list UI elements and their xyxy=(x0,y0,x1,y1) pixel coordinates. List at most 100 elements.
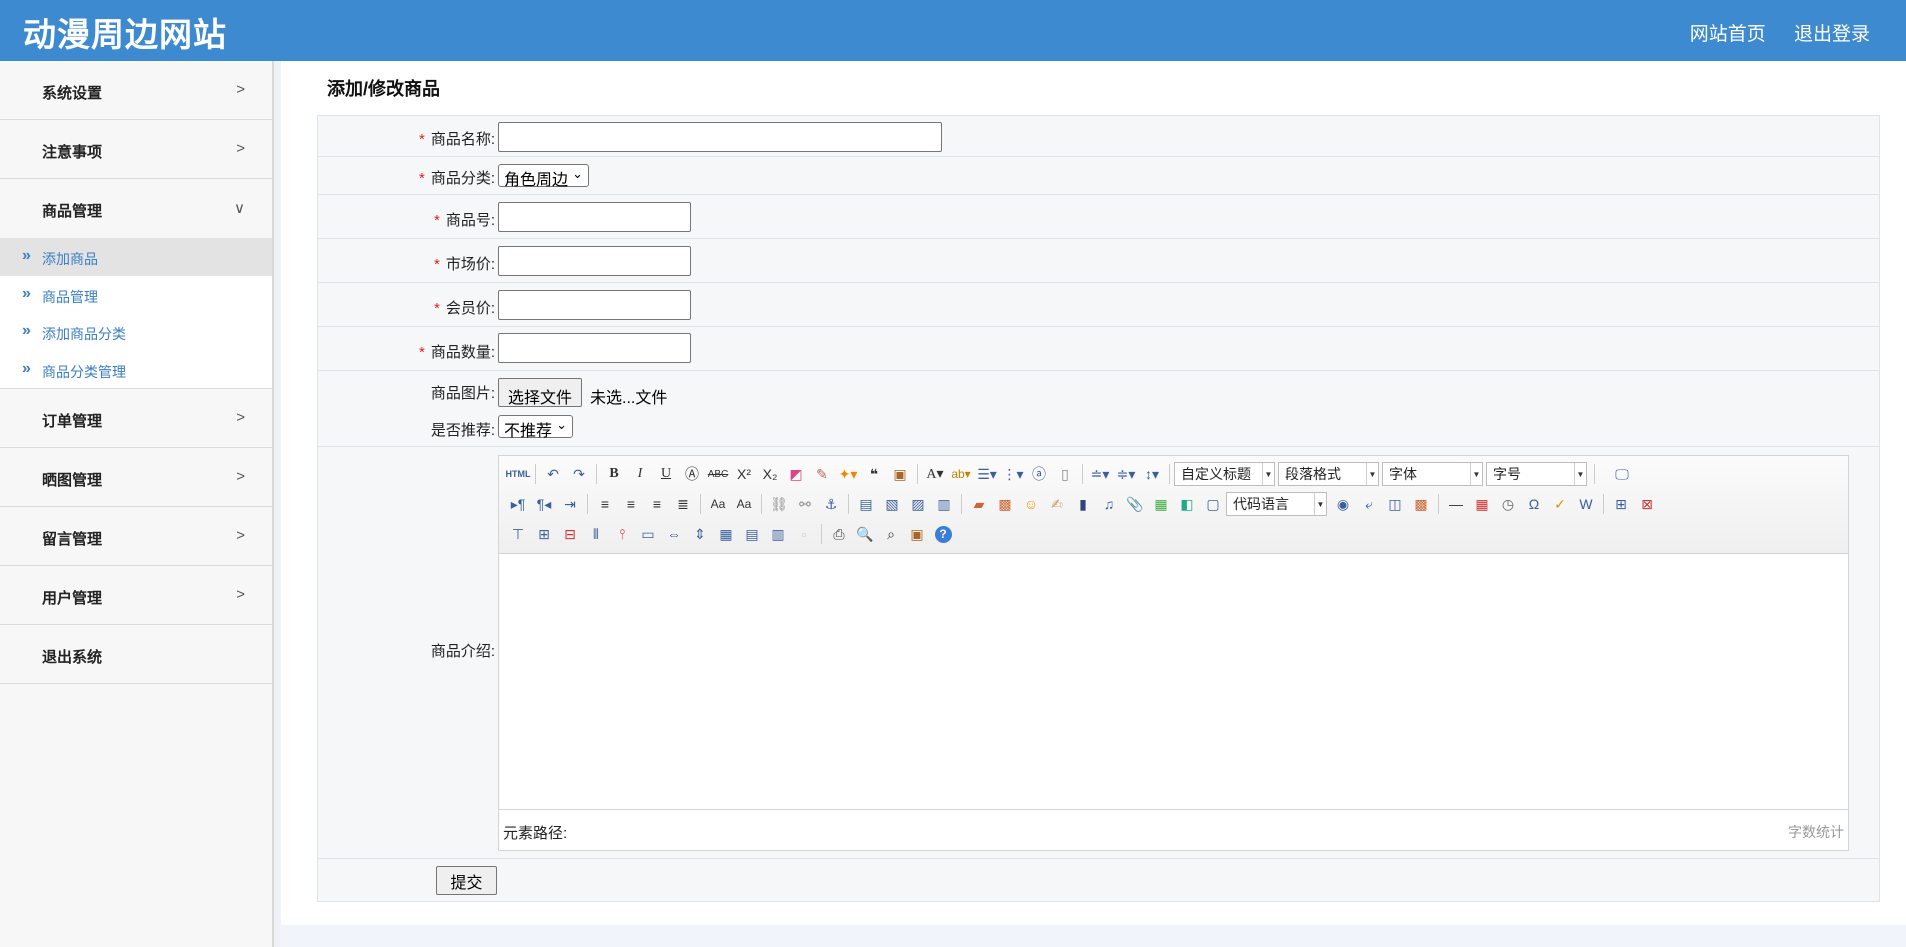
submenu-item-product-management[interactable]: » 商品管理 xyxy=(0,276,272,314)
sidebar-item-system-settings[interactable]: 系统设置 > xyxy=(0,61,272,120)
time-icon[interactable]: ◷ xyxy=(1495,493,1521,515)
gmap-icon[interactable]: ◧ xyxy=(1174,493,1200,515)
product-name-input[interactable] xyxy=(498,122,942,152)
sidebar-item-messages[interactable]: 留言管理 > xyxy=(0,507,272,566)
music-icon[interactable]: ♫ xyxy=(1096,493,1122,515)
scrawl-icon[interactable]: ✍ xyxy=(1044,493,1070,515)
submenu-item-add-category[interactable]: » 添加商品分类 xyxy=(0,313,272,351)
template-icon[interactable]: ◫ xyxy=(1382,493,1408,515)
draft-icon[interactable]: ▣ xyxy=(904,523,930,545)
page-break-icon[interactable]: ⤶ xyxy=(1356,493,1382,515)
insert-frame-icon[interactable]: ▢ xyxy=(1200,493,1226,515)
image-center-icon[interactable]: ▥ xyxy=(931,493,957,515)
spell-check-icon[interactable]: ✓ xyxy=(1547,493,1573,515)
sidebar-item-notes[interactable]: 注意事项 > xyxy=(0,120,272,179)
image-left-icon[interactable]: ▧ xyxy=(879,493,905,515)
indent-icon[interactable]: ⇥ xyxy=(557,493,583,515)
simple-upload-icon[interactable]: ▰ xyxy=(966,493,992,515)
subscript-icon[interactable]: X₂ xyxy=(757,463,783,485)
delete-table-icon[interactable]: ⊠ xyxy=(1634,493,1660,515)
underline-icon[interactable]: U xyxy=(653,463,679,485)
size-combo[interactable]: 字号 ▼ xyxy=(1486,462,1587,486)
upper-case-icon[interactable]: Aa xyxy=(705,493,731,515)
submenu-item-add-product[interactable]: » 添加商品 xyxy=(0,238,272,276)
auto-format-icon[interactable]: ✦▾ xyxy=(835,463,861,485)
split-rows-icon[interactable]: ▤ xyxy=(739,523,765,545)
paste-text-icon[interactable]: ▣ xyxy=(887,463,913,485)
font-combo[interactable]: 字体 ▼ xyxy=(1382,462,1483,486)
unordered-list-icon[interactable]: ⋮▾ xyxy=(1000,463,1026,485)
font-color-icon[interactable]: A▾ xyxy=(922,463,948,485)
market-price-input[interactable] xyxy=(498,246,691,276)
merge-right-icon[interactable]: ⇔ xyxy=(661,523,687,545)
delete-col-icon[interactable]: ⫯ xyxy=(609,523,635,545)
sidebar-item-users[interactable]: 用户管理 > xyxy=(0,566,272,625)
superscript-icon[interactable]: X² xyxy=(731,463,757,485)
delete-row-icon[interactable]: ⊟ xyxy=(557,523,583,545)
merge-cells-icon[interactable]: ▭ xyxy=(635,523,661,545)
justify-icon[interactable]: ≣ xyxy=(670,493,696,515)
insert-image-icon[interactable]: ▩ xyxy=(992,493,1018,515)
row-spacing-top-icon[interactable]: ≐▾ xyxy=(1087,463,1113,485)
align-left-icon[interactable]: ≡ xyxy=(592,493,618,515)
home-link[interactable]: 网站首页 xyxy=(1690,24,1766,45)
category-select[interactable]: 角色周边 ⌄ xyxy=(498,164,590,189)
search-replace-icon[interactable]: ⌕ xyxy=(878,523,904,545)
italic-icon[interactable]: I xyxy=(627,463,653,485)
insert-row-icon[interactable]: ⊞ xyxy=(531,523,557,545)
submenu-item-category-management[interactable]: » 商品分类管理 xyxy=(0,351,272,389)
unlink-icon[interactable]: ⚯ xyxy=(792,493,818,515)
insert-video-icon[interactable]: ▮ xyxy=(1070,493,1096,515)
redo-icon[interactable]: ↷ xyxy=(566,463,592,485)
lower-case-icon[interactable]: Aa xyxy=(731,493,757,515)
insert-paragraph-before-table-icon[interactable]: ⊤ xyxy=(505,523,531,545)
split-cols-icon[interactable]: ▥ xyxy=(765,523,791,545)
blockquote-icon[interactable]: ❝ xyxy=(861,463,887,485)
horizontal-line-icon[interactable]: — xyxy=(1443,493,1469,515)
charts-icon[interactable]: ▫ xyxy=(791,523,817,545)
image-none-icon[interactable]: ▤ xyxy=(853,493,879,515)
recommend-select[interactable]: 不推荐 ⌄ xyxy=(498,415,574,440)
insert-table-icon[interactable]: ⊞ xyxy=(1608,493,1634,515)
insert-col-icon[interactable]: ⫴ xyxy=(583,523,609,545)
select-all-icon[interactable]: ⓐ xyxy=(1026,463,1052,485)
sidebar-item-orders[interactable]: 订单管理 > xyxy=(0,389,272,448)
undo-icon[interactable]: ↶ xyxy=(540,463,566,485)
sidebar-item-product-management[interactable]: 商品管理 ∨ xyxy=(0,179,272,238)
paragraph-combo[interactable]: 段落格式 ▼ xyxy=(1278,462,1379,486)
image-right-icon[interactable]: ▨ xyxy=(905,493,931,515)
sidebar-item-photos[interactable]: 晒图管理 > xyxy=(0,448,272,507)
logout-link[interactable]: 退出登录 xyxy=(1794,24,1870,45)
font-border-icon[interactable]: Ⓐ xyxy=(679,463,705,485)
web-app-icon[interactable]: ◉ xyxy=(1330,493,1356,515)
highlight-icon[interactable]: ab▾ xyxy=(948,463,974,485)
format-brush-icon[interactable]: ✎ xyxy=(809,463,835,485)
map-icon[interactable]: ▦ xyxy=(1148,493,1174,515)
align-right-icon[interactable]: ≡ xyxy=(644,493,670,515)
quantity-input[interactable] xyxy=(498,333,691,363)
member-price-input[interactable] xyxy=(498,290,691,320)
bold-icon[interactable]: B xyxy=(601,463,627,485)
product-number-input[interactable] xyxy=(498,202,691,232)
html-source-icon[interactable]: HTML xyxy=(505,463,531,485)
print-icon[interactable]: ⎙ xyxy=(826,523,852,545)
date-icon[interactable]: ▦ xyxy=(1469,493,1495,515)
fullscreen-icon[interactable]: 🖵 xyxy=(1609,463,1635,485)
align-center-icon[interactable]: ≡ xyxy=(618,493,644,515)
line-height-icon[interactable]: ↕▾ xyxy=(1139,463,1165,485)
link-icon[interactable]: ⛓ xyxy=(766,493,792,515)
word-image-icon[interactable]: W xyxy=(1573,493,1599,515)
ltr-icon[interactable]: ▸¶ xyxy=(505,493,531,515)
row-spacing-bottom-icon[interactable]: ≑▾ xyxy=(1113,463,1139,485)
editor-content-area[interactable] xyxy=(499,555,1848,806)
emotion-icon[interactable]: ☺ xyxy=(1018,493,1044,515)
preview-icon[interactable]: 🔍 xyxy=(852,523,878,545)
ordered-list-icon[interactable]: ☰▾ xyxy=(974,463,1000,485)
eraser-icon[interactable]: ◩ xyxy=(783,463,809,485)
anchor-icon[interactable]: ⚓ xyxy=(818,493,844,515)
help-icon[interactable]: ? xyxy=(930,523,956,545)
submit-button[interactable]: 提交 xyxy=(436,866,497,895)
attachment-icon[interactable]: 📎 xyxy=(1122,493,1148,515)
sidebar-item-exit[interactable]: 退出系统 xyxy=(0,625,272,684)
merge-down-icon[interactable]: ⇕ xyxy=(687,523,713,545)
